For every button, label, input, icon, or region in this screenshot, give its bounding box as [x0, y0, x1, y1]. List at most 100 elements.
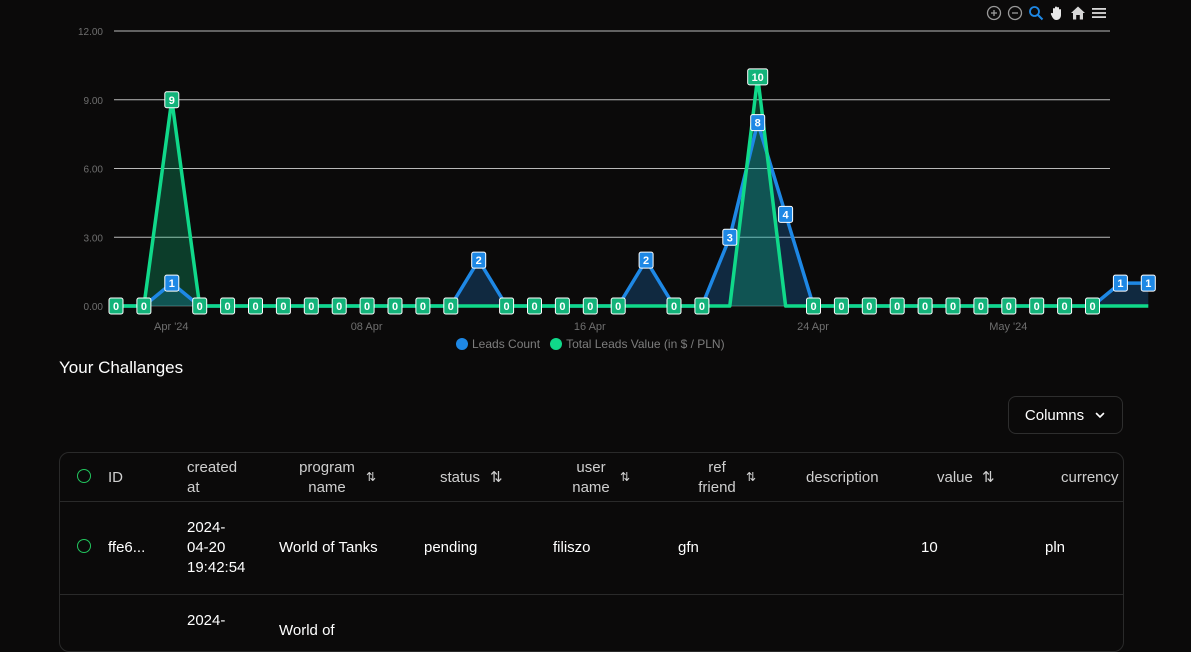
header-user-name[interactable]: user name [571, 458, 611, 498]
legend-item-total-value[interactable]: Total Leads Value (in $ / PLN) [550, 337, 725, 351]
sort-icon[interactable]: ⇅ [982, 468, 995, 486]
series-line[interactable] [116, 75, 1149, 308]
zoom-selection-icon[interactable] [1027, 4, 1045, 22]
data-label-text: 0 [225, 301, 231, 313]
header-description[interactable]: description [806, 468, 879, 488]
menu-icon[interactable] [1090, 4, 1108, 22]
zoom-in-icon[interactable] [985, 4, 1003, 22]
y-tick-label: 9.00 [84, 96, 104, 107]
legend-label: Leads Count [472, 337, 541, 351]
chart-toolbar [985, 4, 1108, 22]
data-label-text: 1 [169, 278, 175, 290]
x-tick-label: Apr '24 [154, 321, 189, 333]
reset-home-icon[interactable] [1069, 4, 1087, 22]
data-label-text: 0 [448, 301, 454, 313]
data-label: 0 [136, 297, 152, 315]
series-line[interactable] [116, 120, 1149, 308]
cell-program-name: World of [279, 622, 335, 639]
cell-created-at-line1: 2024- [187, 519, 226, 536]
data-label: 0 [694, 297, 710, 315]
data-label: 0 [554, 297, 570, 315]
data-label-text: 0 [141, 301, 147, 313]
data-label: 0 [359, 297, 375, 315]
header-program-name[interactable]: program name [298, 458, 356, 498]
data-label-text: 0 [336, 301, 342, 313]
y-tick-label: 0.00 [84, 302, 104, 313]
data-label: 1 [164, 274, 180, 292]
data-label-text: 1 [1145, 278, 1151, 290]
cell-status: pending [424, 539, 478, 556]
data-label-text: 0 [113, 301, 119, 313]
header-ref-friend-line2: friend [698, 479, 736, 496]
pan-hand-icon[interactable] [1048, 4, 1066, 22]
legend-label: Total Leads Value (in $ / PLN) [566, 337, 725, 351]
data-label: 1 [1140, 274, 1156, 292]
data-label-text: 0 [252, 301, 258, 313]
data-label: 0 [945, 297, 961, 315]
cell-created-at-line3: 19:42:54 [187, 559, 246, 576]
legend-marker-green [550, 338, 563, 350]
data-label: 0 [415, 297, 431, 315]
data-label: 0 [303, 297, 319, 315]
legend-item-leads-count[interactable]: Leads Count [456, 337, 540, 351]
data-label: 0 [1001, 297, 1017, 315]
data-label-text: 0 [559, 301, 565, 313]
data-label-text: 2 [643, 255, 649, 267]
data-label-text: 0 [1006, 301, 1012, 313]
data-label: 0 [1029, 297, 1045, 315]
data-label-text: 0 [978, 301, 984, 313]
columns-button[interactable]: Columns [1008, 396, 1123, 434]
cell-user-name: filiszo [553, 539, 591, 556]
data-label: 9 [164, 91, 180, 109]
header-divider [60, 501, 1123, 502]
header-status[interactable]: status [440, 468, 480, 488]
header-id[interactable]: ID [108, 468, 123, 488]
columns-button-label: Columns [1024, 406, 1085, 424]
sort-icon[interactable]: ⇅ [490, 468, 503, 486]
sort-icon[interactable]: ⇅ [366, 470, 376, 484]
data-label: 10 [747, 68, 769, 86]
header-value[interactable]: value [937, 468, 973, 488]
data-label-text: 2 [476, 255, 482, 267]
data-label-text: 9 [169, 95, 175, 107]
cell-created-at: 2024- 04-20 19:42:54 [187, 518, 245, 578]
data-label: 3 [722, 228, 738, 246]
data-label: 0 [527, 297, 542, 315]
select-all-checkbox[interactable] [77, 469, 91, 483]
data-label-text: 0 [392, 301, 398, 313]
leads-chart: 12 23841 10 090 0 0 0 0 0 0 0 0 0 0 0 0 0 0 0 0100 0 0 0 0 0 0 0 0 0… [78, 27, 1156, 333]
header-ref-friend-line1: ref [708, 459, 726, 476]
data-label: 0 [806, 297, 821, 315]
cell-id[interactable]: ffe6... [108, 538, 145, 558]
sort-icon[interactable]: ⇅ [746, 470, 756, 484]
header-program-name-line2: name [308, 479, 346, 496]
data-label-text: 0 [197, 301, 203, 313]
data-label-text: 0 [922, 301, 928, 313]
header-created-at[interactable]: created at [187, 458, 237, 498]
data-label-text: 0 [504, 301, 510, 313]
row-checkbox[interactable] [77, 539, 91, 553]
data-label-text: 0 [364, 301, 370, 313]
data-label: 0 [275, 297, 291, 315]
data-label-text: 0 [894, 301, 900, 313]
sort-icon[interactable]: ⇅ [620, 470, 630, 484]
data-label-text: 4 [783, 209, 790, 221]
y-tick-label: 3.00 [84, 233, 104, 244]
data-label: 1 [1112, 274, 1128, 292]
cell-value: 10 [921, 539, 938, 556]
y-tick-label: 12.00 [78, 27, 103, 38]
data-label: 0 [1085, 297, 1100, 315]
header-currency[interactable]: currency [1061, 468, 1119, 488]
data-label: 8 [750, 114, 766, 132]
header-ref-friend[interactable]: ref friend [696, 458, 738, 498]
data-label: 0 [220, 297, 236, 315]
header-user-name-line2: name [572, 479, 610, 496]
data-label-text: 1 [1117, 278, 1123, 290]
cell-currency: pln [1045, 539, 1066, 556]
data-label-text: 8 [755, 118, 761, 130]
data-label: 0 [582, 297, 598, 315]
zoom-out-icon[interactable] [1006, 4, 1024, 22]
header-program-name-line1: program [299, 459, 355, 476]
series-area [116, 76, 1149, 306]
data-label: 0 [387, 297, 403, 315]
